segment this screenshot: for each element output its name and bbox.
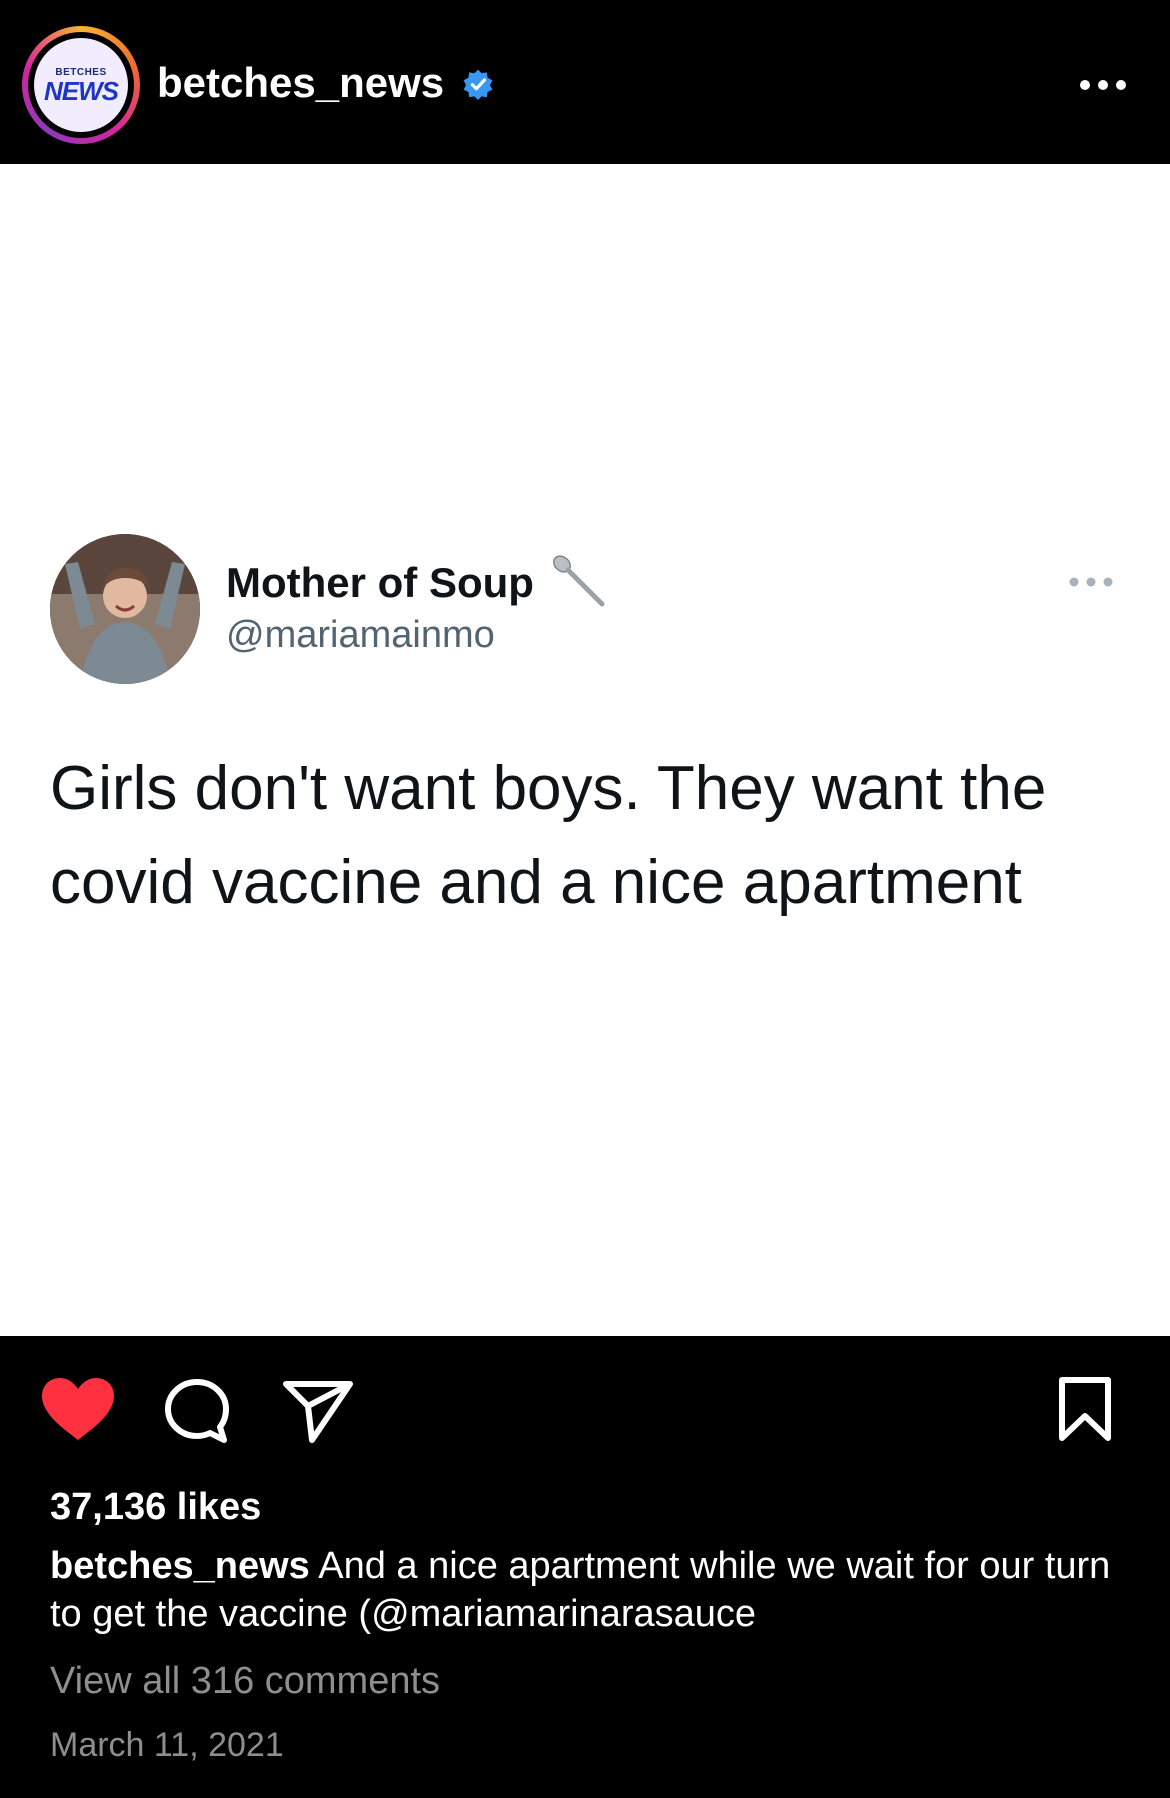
logo-big-text: NEWS: [44, 75, 119, 106]
avatar-border: BETCHES NEWS: [28, 32, 134, 138]
more-options-icon[interactable]: [1078, 70, 1128, 100]
tweet-text: Girls don't want boys. They want the cov…: [50, 754, 1047, 917]
tweet-author-avatar: [50, 534, 200, 684]
heart-icon[interactable]: [40, 1376, 116, 1442]
tweet-more-icon: [1069, 577, 1113, 587]
post-date: March 11, 2021: [50, 1726, 284, 1764]
bookmark-icon[interactable]: [1056, 1376, 1114, 1442]
likes-count[interactable]: 37,136 likes: [50, 1484, 261, 1530]
account-username[interactable]: betches_news: [157, 58, 444, 108]
post-image[interactable]: Mother of Soup @mariamainmo Girls don't …: [0, 164, 1170, 1336]
caption-username[interactable]: betches_news: [50, 1545, 310, 1587]
betches-news-logo: BETCHES NEWS: [34, 38, 128, 132]
tweet-display-name: Mother of Soup: [226, 559, 534, 606]
account-avatar[interactable]: BETCHES NEWS: [22, 26, 140, 144]
share-icon[interactable]: [282, 1378, 354, 1444]
post-actions: 37,136 likes betches_news And a nice apa…: [0, 1336, 1170, 1798]
post-caption: betches_news And a nice apartment while …: [50, 1542, 1140, 1638]
comment-icon[interactable]: [164, 1378, 230, 1444]
tweet-handle: @mariamainmo: [226, 614, 495, 656]
view-comments-link[interactable]: View all 316 comments: [50, 1658, 440, 1704]
tweet-author-photo: [50, 534, 200, 684]
post-header: BETCHES NEWS betches_news: [0, 0, 1170, 164]
spoon-icon: [553, 555, 605, 607]
verified-badge-icon: [463, 69, 493, 100]
